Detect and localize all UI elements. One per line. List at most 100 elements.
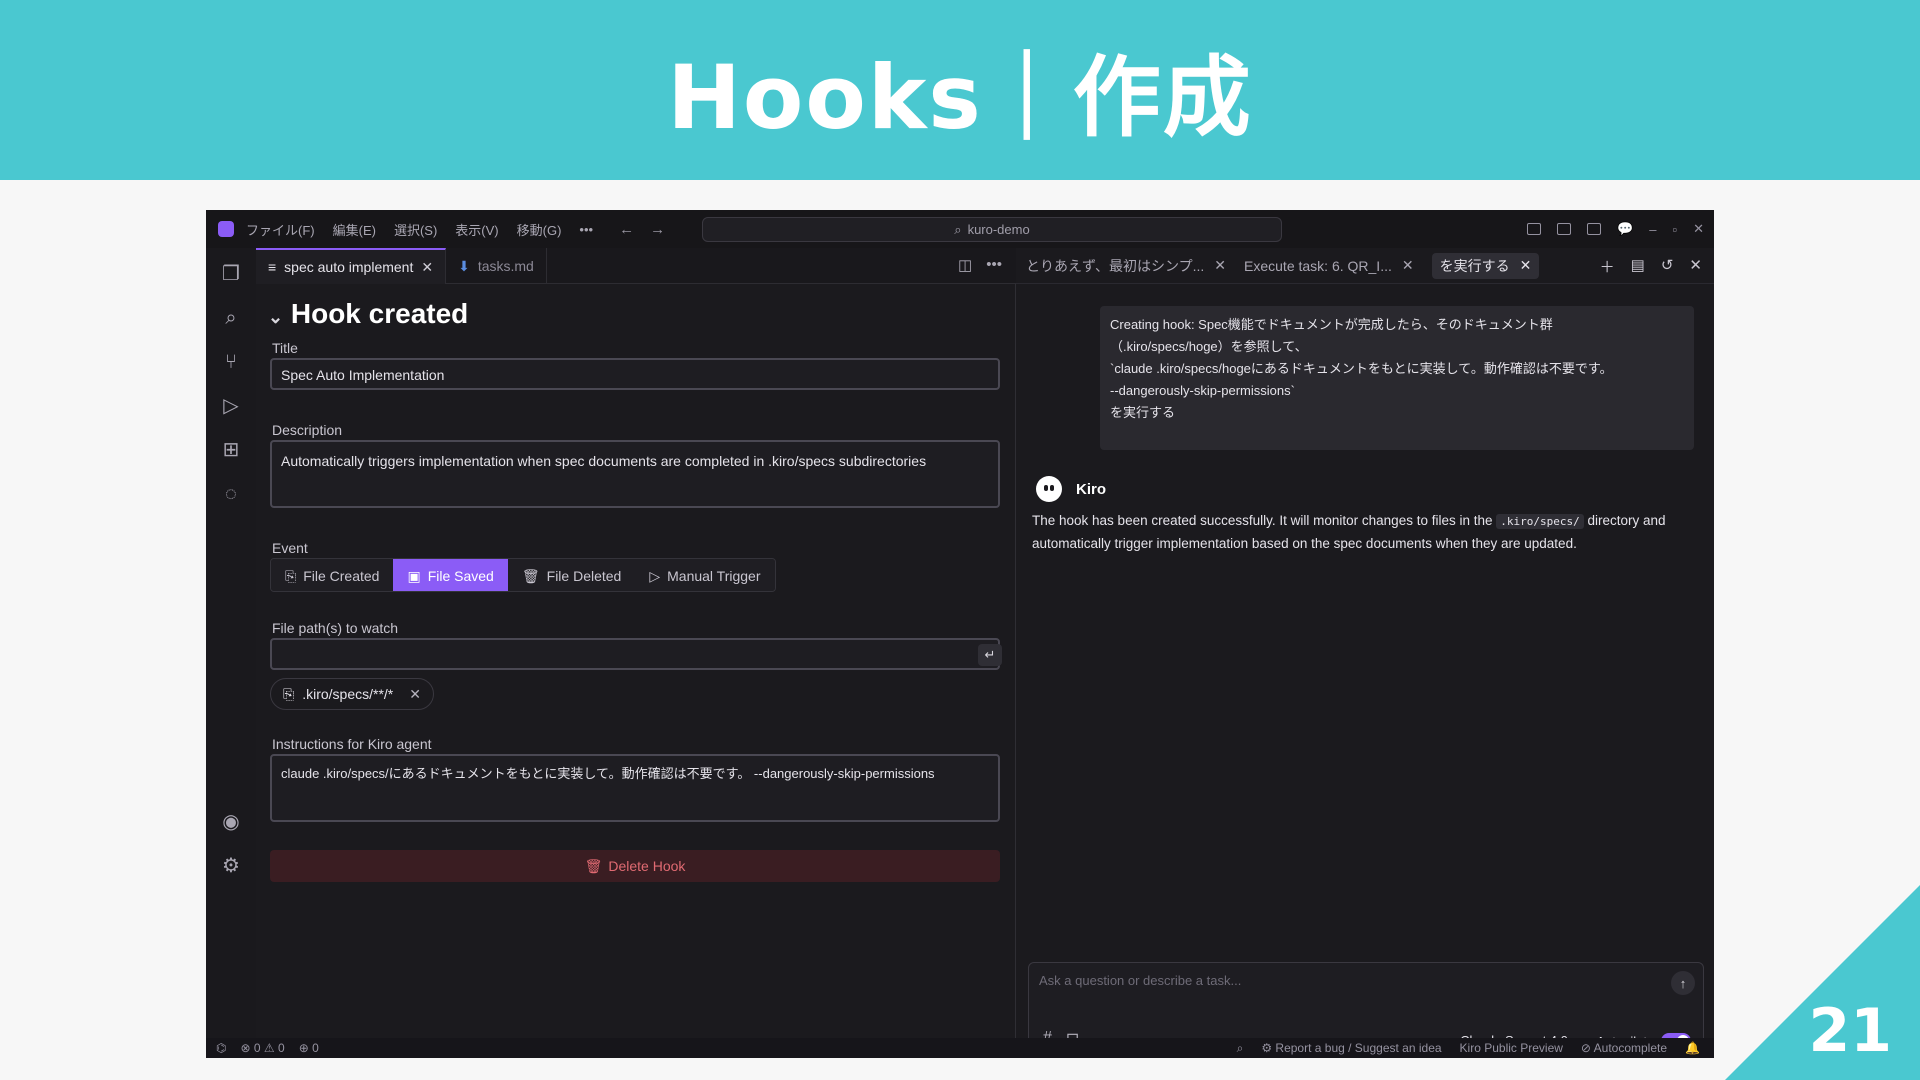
chat-context-icon[interactable]: ▤ — [1631, 256, 1645, 277]
event-file-saved-button[interactable]: ▣ File Saved — [393, 559, 508, 591]
delete-hook-button[interactable]: 🗑 Delete Hook — [270, 850, 1000, 882]
menu-more[interactable]: ••• — [579, 222, 593, 237]
close-tab-icon[interactable]: ✕ — [1520, 257, 1532, 274]
chevron-down-icon: ⌄ — [268, 307, 284, 327]
window-controls: 💬 – ▫ ✕ — [1527, 210, 1704, 248]
chat-icon[interactable]: 💬 — [1617, 221, 1633, 237]
event-label: Event — [272, 540, 308, 556]
minimize-icon[interactable]: – — [1649, 222, 1656, 237]
title-label: Title — [272, 340, 298, 356]
menu-file[interactable]: ファイル(F) — [246, 220, 315, 239]
editor-tabs: ≡ spec auto implement ✕ ⬇ tasks.md ◫ ••• — [256, 248, 1016, 284]
description-textarea[interactable]: Automatically triggers implementation wh… — [270, 440, 1000, 508]
title-input[interactable]: Spec Auto Implementation — [270, 358, 1000, 390]
autocomplete-toggle[interactable]: ⊘ Autocomplete — [1581, 1041, 1667, 1056]
hook-form: ⌄ Hook created Title Spec Auto Implement… — [256, 284, 1016, 1038]
file-plus-icon: ⎘ — [285, 567, 297, 584]
chat-input[interactable]: Ask a question or describe a task... — [1039, 973, 1241, 988]
slide-banner: Hooks｜作成 — [0, 0, 1920, 180]
agent-name: Kiro — [1076, 480, 1106, 498]
menu-edit[interactable]: 編集(E) — [333, 220, 376, 239]
paths-input[interactable] — [270, 638, 1000, 670]
toggle-sidebar-icon[interactable] — [1557, 223, 1572, 235]
agent-reply: The hook has been created successfully. … — [1032, 513, 1666, 551]
chat-tab-2[interactable]: Execute task: 6. QR_I... ✕ — [1244, 257, 1414, 274]
history-icon[interactable]: ↺ — [1661, 256, 1674, 277]
preview-label: Kiro Public Preview — [1459, 1041, 1563, 1055]
paths-label: File path(s) to watch — [272, 620, 399, 636]
menu-selection[interactable]: 選択(S) — [394, 220, 437, 239]
forward-arrow-icon[interactable]: → — [650, 221, 665, 238]
event-file-deleted-button[interactable]: 🗑 File Deleted — [507, 559, 636, 591]
back-arrow-icon[interactable]: ← — [619, 221, 634, 238]
menu-view[interactable]: 表示(V) — [455, 220, 498, 239]
close-panel-icon[interactable]: ✕ — [1689, 256, 1702, 277]
ports-indicator[interactable]: ⊕ 0 — [299, 1041, 319, 1055]
kiro-logo-icon — [218, 221, 234, 237]
trash-icon: 🗑 — [584, 857, 603, 874]
menu-go[interactable]: 移動(G) — [517, 220, 562, 239]
new-chat-icon[interactable]: ＋ — [1600, 256, 1615, 277]
title-bar: ファイル(F) 編集(E) 選択(S) 表示(V) 移動(G) ••• ← → … — [206, 210, 1714, 248]
tab-tasks-md[interactable]: ⬇ tasks.md — [446, 248, 547, 284]
more-actions-icon[interactable]: ••• — [986, 256, 1002, 274]
enter-path-icon[interactable]: ↵ — [978, 644, 1002, 666]
notifications-bell-icon[interactable]: 🔔 — [1685, 1041, 1700, 1056]
status-left: ⌬ ⊗ 0 ⚠ 0 ⊕ 0 — [216, 1041, 319, 1055]
kiro-app-window: ファイル(F) 編集(E) 選択(S) 表示(V) 移動(G) ••• ← → … — [206, 210, 1714, 1058]
tab-actions: ◫ ••• — [958, 256, 1002, 274]
user-message: Creating hook: Spec機能でドキュメントが完成したら、そのドキュ… — [1100, 306, 1694, 450]
command-search[interactable]: ⌕ kuro-demo — [702, 217, 1282, 242]
kiro-ghost-icon[interactable]: ◌ — [219, 482, 243, 506]
split-editor-icon[interactable]: ◫ — [958, 256, 972, 274]
maximize-icon[interactable]: ▫ — [1672, 222, 1677, 237]
explorer-icon[interactable]: ❐ — [219, 262, 243, 286]
problems-indicator[interactable]: ⊗ 0 ⚠ 0 — [240, 1041, 284, 1055]
markdown-icon: ⬇ — [458, 257, 470, 274]
description-label: Description — [272, 422, 343, 438]
extensions-icon[interactable]: ⊞ — [219, 438, 243, 462]
search-icon: ⌕ — [954, 221, 962, 237]
layout-icon[interactable] — [1527, 223, 1542, 235]
chat-tab-1[interactable]: とりあえず、最初はシンプ... ✕ — [1026, 256, 1226, 276]
kiro-avatar-icon — [1036, 476, 1062, 502]
chat-actions: ＋ ▤ ↺ ✕ — [1600, 256, 1702, 277]
close-window-icon[interactable]: ✕ — [1693, 221, 1704, 237]
chat-tab-3[interactable]: を実行する ✕ — [1431, 252, 1540, 279]
event-file-created-button[interactable]: ⎘ File Created — [271, 559, 394, 591]
run-debug-icon[interactable]: ▷ — [219, 394, 243, 418]
hook-heading[interactable]: ⌄ Hook created — [268, 298, 468, 330]
search-panel-icon[interactable]: ⌕ — [219, 306, 243, 330]
source-control-icon[interactable]: ⑂ — [219, 350, 243, 374]
play-icon: ▷ — [649, 567, 661, 584]
tab-spec-auto-implement[interactable]: ≡ spec auto implement ✕ — [256, 248, 447, 284]
page-number: 21 — [1808, 996, 1893, 1066]
toggle-panel-icon[interactable] — [1587, 223, 1602, 235]
event-selector: ⎘ File Created ▣ File Saved 🗑 File Delet… — [270, 558, 776, 592]
hook-editor-pane: ≡ spec auto implement ✕ ⬇ tasks.md ◫ •••… — [256, 248, 1016, 1038]
status-bar: ⌬ ⊗ 0 ⚠ 0 ⊕ 0 ⌕ ⚙ Report a bug / Suggest… — [206, 1038, 1714, 1058]
report-bug-link[interactable]: ⚙ Report a bug / Suggest an idea — [1261, 1041, 1441, 1056]
slide-title: Hooks｜作成 — [667, 45, 1253, 149]
trash-icon: 🗑 — [521, 567, 540, 584]
send-arrow-icon[interactable]: ↑ — [1671, 971, 1695, 995]
agent-header: Kiro — [1036, 476, 1106, 502]
file-watch-icon: ⎘ — [283, 685, 295, 702]
tab-label: spec auto implement — [284, 259, 414, 275]
activity-bar: ❐ ⌕ ⑂ ▷ ⊞ ◌ ◉ ⚙ — [206, 248, 256, 1038]
account-icon[interactable]: ◉ — [219, 810, 243, 834]
instructions-textarea[interactable]: claude .kiro/specs/にあるドキュメントをもとに実装して。動作確… — [270, 754, 1000, 822]
zoom-search-icon[interactable]: ⌕ — [1237, 1041, 1244, 1056]
search-text: kuro-demo — [967, 222, 1030, 237]
close-tab-icon[interactable]: ✕ — [421, 259, 433, 276]
save-icon: ▣ — [407, 567, 421, 584]
remove-chip-icon[interactable]: ✕ — [409, 686, 421, 703]
settings-gear-icon[interactable]: ⚙ — [219, 854, 243, 878]
close-tab-icon[interactable]: ✕ — [1402, 257, 1414, 274]
close-tab-icon[interactable]: ✕ — [1214, 257, 1226, 274]
remote-icon[interactable]: ⌬ — [216, 1041, 226, 1055]
file-icon: ≡ — [268, 259, 277, 275]
tab-label: tasks.md — [477, 258, 534, 274]
status-right: ⌕ ⚙ Report a bug / Suggest an idea Kiro … — [1237, 1041, 1700, 1056]
event-manual-trigger-button[interactable]: ▷ Manual Trigger — [635, 559, 775, 591]
